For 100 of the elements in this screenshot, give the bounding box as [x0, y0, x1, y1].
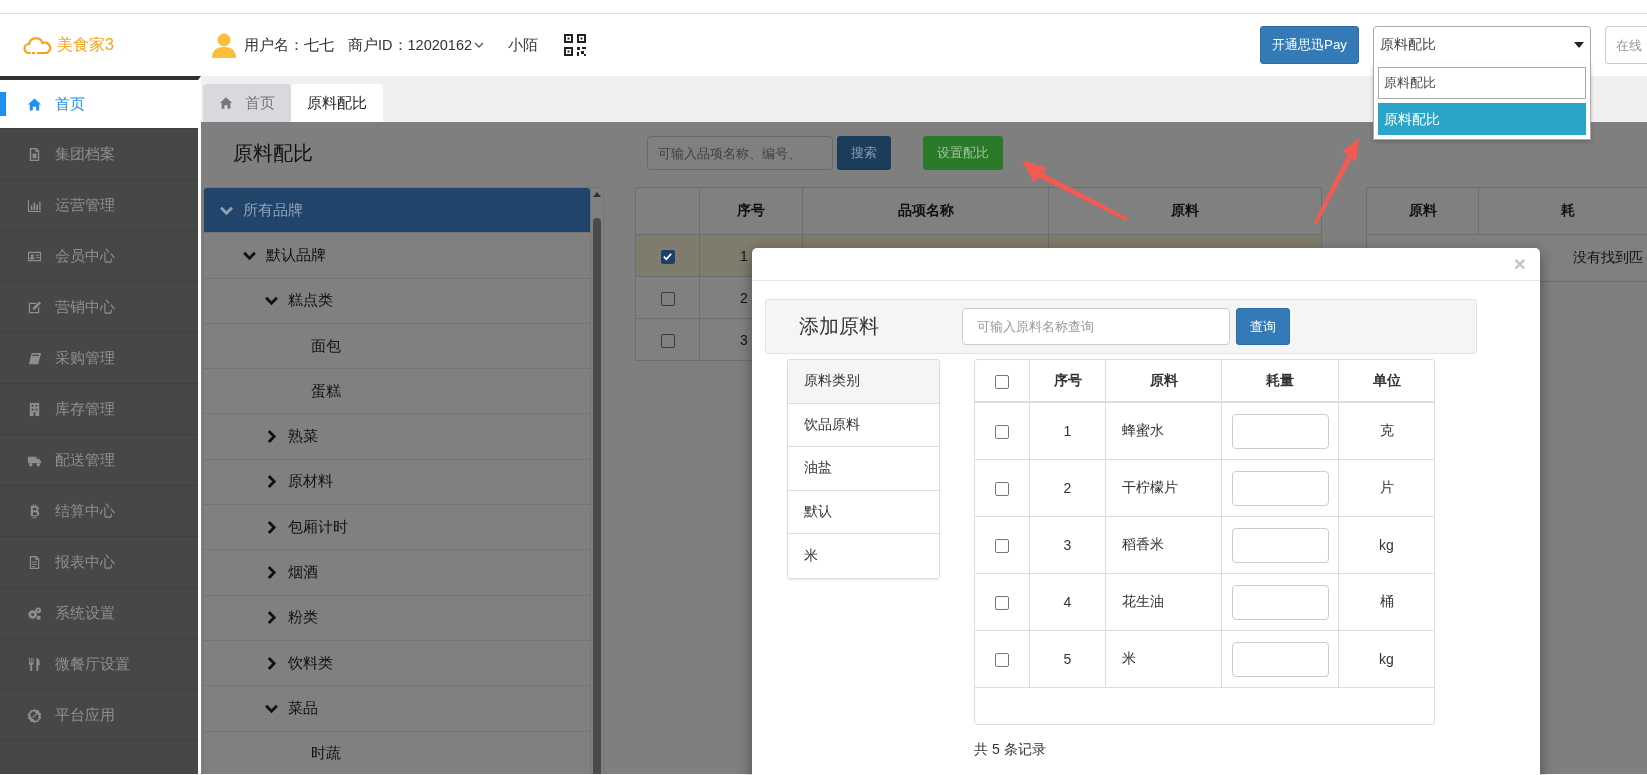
record-count: 共 5 条记录	[974, 741, 1047, 759]
chevron-down-icon[interactable]	[474, 40, 484, 50]
chevron-right-icon[interactable]	[265, 520, 278, 534]
tree-item[interactable]: 所有品牌	[204, 188, 590, 234]
tree-item[interactable]: 蛋糕	[204, 369, 590, 415]
tree-item[interactable]: 面包	[204, 323, 590, 370]
chevron-right-icon[interactable]	[265, 475, 278, 489]
material-search-field[interactable]: 可输入原料名称查询	[962, 308, 1230, 345]
table-cell: kg	[1379, 651, 1394, 667]
utensils-icon	[27, 656, 42, 672]
tree-item[interactable]: 时蔬	[204, 731, 590, 774]
home-icon	[27, 96, 42, 112]
checkbox[interactable]	[660, 291, 675, 306]
quantity-field[interactable]	[1231, 527, 1329, 563]
column-header: 原料	[1048, 187, 1322, 235]
sidebar-item[interactable]: 首页	[0, 80, 198, 129]
table-cell: 1	[1063, 423, 1072, 439]
tree-item[interactable]: 原材料	[204, 459, 590, 506]
tree-item[interactable]: 粉类	[204, 595, 590, 641]
table-cell: 4	[1063, 594, 1072, 610]
scroll-up-icon[interactable]	[593, 192, 601, 197]
sidebar-item[interactable]: 结算中心	[0, 486, 198, 537]
scrollbar-thumb[interactable]	[593, 218, 601, 774]
column-header: 品项名称	[802, 187, 1049, 235]
tree-item[interactable]: 菜品	[204, 686, 590, 732]
select-search-field[interactable]: 原料配比	[1378, 67, 1586, 99]
checkbox[interactable]	[995, 596, 1009, 611]
modal-title: 添加原料	[798, 314, 880, 339]
sidebar-item[interactable]: 系统设置	[0, 588, 198, 639]
table-cell: 克	[1379, 422, 1394, 438]
checkbox[interactable]	[660, 333, 675, 348]
search-button[interactable]: 搜索	[837, 136, 891, 170]
sidebar-item[interactable]: 会员中心	[0, 231, 198, 282]
column-header: 原料	[1366, 187, 1479, 235]
checkbox[interactable]	[995, 374, 1009, 389]
table-cell: 米	[1122, 650, 1136, 666]
sidebar-item[interactable]: 平台应用	[0, 690, 198, 741]
sidebar-item[interactable]: 采购管理	[0, 333, 198, 384]
category-item[interactable]: 油盐	[788, 447, 939, 491]
category-item[interactable]: 米	[788, 534, 939, 578]
book-icon	[27, 350, 42, 366]
sidebar-item[interactable]: 微餐厅设置	[0, 639, 198, 690]
tree-item[interactable]: 包厢计时	[204, 505, 590, 551]
table-cell: kg	[1379, 537, 1394, 553]
search-field[interactable]: 可输入品项名称、编号、	[647, 136, 833, 170]
username-label: 用户名：七七	[244, 35, 334, 55]
checkbox[interactable]	[660, 249, 675, 264]
tab[interactable]: 首页	[203, 84, 291, 122]
help-search-field[interactable]: 在线	[1605, 26, 1647, 64]
badge-icon	[27, 707, 42, 723]
chevron-right-icon[interactable]	[265, 430, 278, 444]
category-item[interactable]: 饮品原料	[788, 403, 939, 447]
table-cell: 稻香米	[1122, 536, 1164, 552]
table-cell: 蜂蜜水	[1122, 422, 1164, 438]
tree-item[interactable]: 糕点类	[204, 278, 590, 324]
sidebar-item[interactable]: 营销中心	[0, 282, 198, 333]
caret-icon	[1574, 42, 1584, 48]
table-cell: 花生油	[1122, 593, 1164, 609]
building-icon	[27, 401, 42, 417]
query-button[interactable]: 查询	[1236, 308, 1290, 345]
chevron-right-icon[interactable]	[265, 611, 278, 625]
chevron-right-icon[interactable]	[265, 566, 278, 579]
sidebar-item[interactable]: 报表中心	[0, 537, 198, 588]
edit-icon	[27, 299, 42, 315]
qr-code-icon[interactable]	[564, 34, 586, 56]
quantity-field[interactable]	[1231, 641, 1329, 677]
column-header: 序号	[699, 187, 803, 235]
sidebar-item[interactable]: 集团档案	[0, 129, 198, 180]
column-header: 单位	[1338, 360, 1434, 402]
quantity-field[interactable]	[1231, 413, 1329, 449]
table-cell: 桶	[1379, 593, 1394, 609]
quantity-field[interactable]	[1231, 470, 1329, 506]
table-cell: 3	[740, 331, 748, 348]
tree-item[interactable]: 饮料类	[204, 640, 590, 687]
quantity-field[interactable]	[1231, 584, 1329, 620]
chevron-down-icon[interactable]	[265, 294, 278, 308]
checkbox[interactable]	[995, 482, 1009, 497]
sidebar-item[interactable]: 配送管理	[0, 435, 198, 486]
sidebar-item[interactable]: 运营管理	[0, 180, 198, 231]
tree-item[interactable]: 熟菜	[204, 414, 590, 460]
pay-button[interactable]: 开通思迅Pay	[1260, 26, 1359, 64]
checkbox[interactable]	[995, 425, 1009, 440]
checkbox[interactable]	[995, 539, 1009, 554]
category-item[interactable]: 默认	[788, 490, 939, 534]
tree-item[interactable]: 默认品牌	[204, 233, 590, 279]
table-cell: 3	[1063, 537, 1072, 553]
chevron-right-icon[interactable]	[265, 656, 278, 670]
page-select[interactable]: 原料配比	[1373, 26, 1591, 64]
empty-message: 没有找到匹	[1573, 249, 1643, 265]
page-title: 原料配比	[233, 140, 314, 166]
gears-icon	[27, 605, 42, 621]
sidebar-item[interactable]: 库存管理	[0, 384, 198, 435]
table-cell: 片	[1379, 479, 1394, 495]
tree-item[interactable]: 烟酒	[204, 550, 590, 596]
tab[interactable]: 原料配比	[291, 84, 383, 122]
checkbox[interactable]	[995, 653, 1009, 668]
column-header: 序号	[1029, 360, 1106, 402]
select-option[interactable]: 原料配比	[1378, 103, 1586, 135]
set-ratio-button[interactable]: 设置配比	[923, 136, 1003, 170]
logo-text: 美食家3	[57, 34, 114, 55]
